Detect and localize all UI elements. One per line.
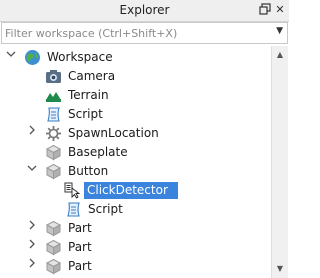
filter-bar: ▼ bbox=[1, 22, 288, 44]
tree-item-label: Baseplate bbox=[68, 145, 128, 159]
vertical-scrollbar[interactable]: ▲ ▼ bbox=[271, 46, 288, 278]
collapse-arrow-icon[interactable] bbox=[26, 163, 38, 179]
tree-item-part[interactable]: Part bbox=[0, 219, 271, 238]
tree-item-label: Workspace bbox=[47, 50, 113, 64]
tree-item-label: Script bbox=[68, 107, 103, 121]
tree-item-script-child[interactable]: Script bbox=[0, 200, 271, 219]
tree-item-label: Terrain bbox=[68, 88, 109, 102]
scroll-down-icon[interactable]: ▼ bbox=[272, 262, 288, 276]
explorer-tree: Workspace Camera Terrain Script SpawnLoc… bbox=[0, 46, 271, 278]
part-icon bbox=[45, 258, 62, 275]
restore-window-icon[interactable] bbox=[258, 3, 272, 17]
tree-item-button[interactable]: Button bbox=[0, 162, 271, 181]
panel-titlebar: Explorer ✕ bbox=[0, 0, 289, 22]
filter-input[interactable] bbox=[5, 25, 271, 41]
tree-item-label: Script bbox=[88, 202, 123, 216]
expand-arrow-icon[interactable] bbox=[26, 239, 38, 255]
panel-title: Explorer bbox=[119, 3, 170, 17]
tree-item-label: Part bbox=[68, 221, 92, 235]
part-icon bbox=[45, 144, 62, 161]
spawn-icon bbox=[45, 125, 62, 142]
tree-item-script[interactable]: Script bbox=[0, 105, 271, 124]
tree-item-terrain[interactable]: Terrain bbox=[0, 86, 271, 105]
collapse-arrow-icon[interactable] bbox=[5, 49, 17, 65]
tree-item-baseplate[interactable]: Baseplate bbox=[0, 143, 271, 162]
script-icon bbox=[65, 201, 82, 218]
tree-item-label: SpawnLocation bbox=[68, 126, 159, 140]
tree-item-spawnlocation[interactable]: SpawnLocation bbox=[0, 124, 271, 143]
part-icon bbox=[45, 163, 62, 180]
expand-arrow-icon[interactable] bbox=[26, 125, 38, 141]
tree-item-camera[interactable]: Camera bbox=[0, 67, 271, 86]
scroll-up-icon[interactable]: ▲ bbox=[272, 48, 288, 62]
close-icon[interactable]: ✕ bbox=[273, 3, 287, 17]
part-icon bbox=[45, 239, 62, 256]
globe-icon bbox=[24, 49, 41, 66]
part-icon bbox=[45, 220, 62, 237]
terrain-icon bbox=[45, 87, 62, 104]
tree-item-label: Button bbox=[68, 164, 109, 178]
expand-arrow-icon[interactable] bbox=[26, 258, 38, 274]
filter-dropdown-icon[interactable]: ▼ bbox=[276, 26, 283, 36]
tree-item-label: ClickDetector bbox=[84, 182, 178, 199]
tree-item-part[interactable]: Part bbox=[0, 257, 271, 276]
script-icon bbox=[45, 106, 62, 123]
click-detector-icon bbox=[64, 182, 81, 199]
tree-item-part[interactable]: Part bbox=[0, 238, 271, 257]
tree-item-workspace[interactable]: Workspace bbox=[0, 48, 271, 67]
tree-item-label: Camera bbox=[68, 69, 116, 83]
expand-arrow-icon[interactable] bbox=[26, 220, 38, 236]
tree-item-clickdetector[interactable]: ClickDetector bbox=[0, 181, 271, 200]
tree-item-label: Part bbox=[68, 240, 92, 254]
camera-icon bbox=[45, 68, 62, 85]
tree-item-label: Part bbox=[68, 259, 92, 273]
